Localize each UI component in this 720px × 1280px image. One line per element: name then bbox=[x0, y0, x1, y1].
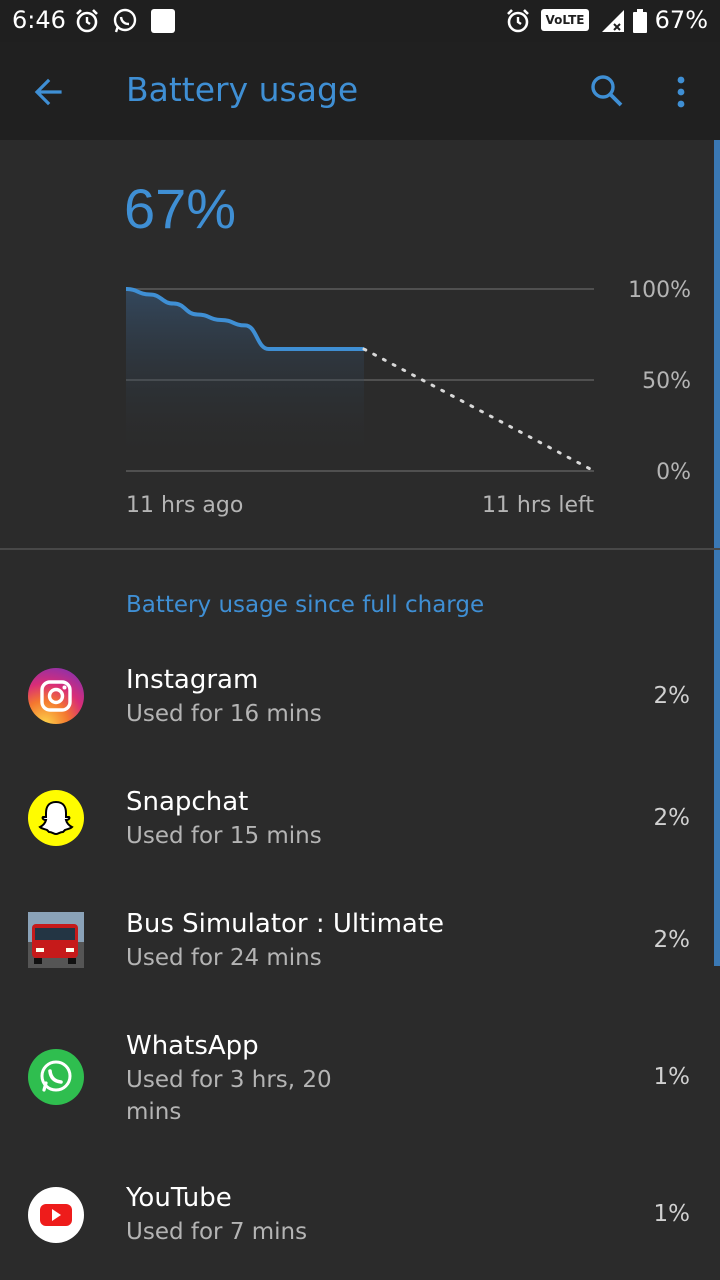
alarm-icon bbox=[505, 8, 531, 38]
app-name: Snapchat bbox=[126, 787, 249, 817]
volte-badge: VoLTE bbox=[541, 9, 589, 31]
chart-x-tick-label: 11 hrs left bbox=[482, 493, 594, 518]
notification-square-icon bbox=[150, 8, 176, 38]
status-time: 6:46 bbox=[12, 6, 66, 34]
app-name: WhatsApp bbox=[126, 1031, 259, 1061]
back-arrow-icon[interactable] bbox=[30, 74, 66, 114]
app-name: Instagram bbox=[126, 665, 259, 695]
more-vert-icon[interactable] bbox=[670, 74, 692, 114]
app-percent: 1% bbox=[653, 1201, 691, 1227]
app-percent: 1% bbox=[653, 1064, 691, 1090]
divider bbox=[0, 548, 720, 550]
app-usage: Used for 16 mins bbox=[126, 701, 322, 727]
app-percent: 2% bbox=[653, 805, 691, 831]
whatsapp-notification-icon bbox=[112, 8, 138, 38]
status-bar: 6:46 VoLTE 67% bbox=[0, 0, 720, 42]
battery-chart-section: 67% 100% 50% 0% 11 hrs ago 11 hrs left bbox=[0, 140, 720, 550]
page-title: Battery usage bbox=[126, 70, 359, 109]
signal-icon bbox=[600, 8, 626, 38]
search-icon[interactable] bbox=[588, 72, 626, 114]
app-percent: 2% bbox=[653, 927, 691, 953]
app-usage: Used for 7 mins bbox=[126, 1219, 308, 1245]
section-title: Battery usage since full charge bbox=[126, 592, 485, 618]
app-bar: Battery usage bbox=[0, 42, 720, 140]
app-percent: 2% bbox=[653, 683, 691, 709]
alarm-icon bbox=[74, 8, 100, 38]
app-usage: Used for 24 mins bbox=[126, 945, 322, 971]
list-item-whatsapp[interactable]: WhatsApp Used for 3 hrs, 20 mins 1% bbox=[0, 1016, 714, 1156]
instagram-icon bbox=[28, 668, 84, 724]
list-item-instagram[interactable]: Instagram Used for 16 mins 2% bbox=[0, 650, 714, 760]
app-usage: Used for 3 hrs, 20 mins bbox=[126, 1067, 332, 1125]
chart-projection-line bbox=[362, 347, 596, 473]
app-name: Bus Simulator : Ultimate bbox=[126, 909, 445, 939]
chart-y-tick-label: 50% bbox=[642, 369, 691, 394]
chart-area-fill bbox=[126, 289, 364, 451]
whatsapp-icon bbox=[28, 1049, 84, 1105]
bus-simulator-icon bbox=[28, 912, 84, 968]
youtube-icon bbox=[28, 1187, 84, 1243]
battery-icon bbox=[632, 9, 648, 37]
app-name: YouTube bbox=[126, 1183, 232, 1213]
list-item-snapchat[interactable]: Snapchat Used for 15 mins 2% bbox=[0, 772, 714, 882]
list-item-youtube[interactable]: YouTube Used for 7 mins 1% bbox=[0, 1168, 714, 1278]
battery-chart: 100% 50% 0% 11 hrs ago 11 hrs left bbox=[125, 278, 691, 518]
app-usage: Used for 15 mins bbox=[126, 823, 322, 849]
chart-y-tick-label: 100% bbox=[628, 278, 691, 303]
chart-x-tick-label: 11 hrs ago bbox=[126, 493, 243, 518]
snapchat-icon bbox=[28, 790, 84, 846]
chart-y-tick-label: 0% bbox=[656, 460, 691, 485]
battery-percent: 67% bbox=[654, 6, 708, 34]
list-item-bus-simulator[interactable]: Bus Simulator : Ultimate Used for 24 min… bbox=[0, 894, 714, 1004]
